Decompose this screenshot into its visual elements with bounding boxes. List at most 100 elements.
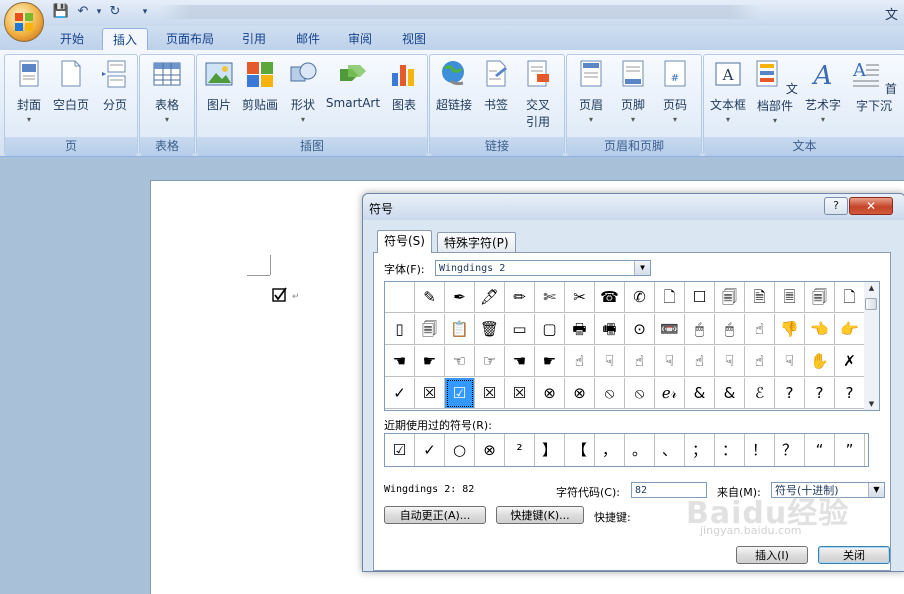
symbol-cell[interactable]: 🗑 xyxy=(475,314,505,345)
symbol-cell[interactable]: ☝ xyxy=(745,314,775,345)
symbol-cell[interactable]: ☞ xyxy=(475,346,505,377)
save-icon[interactable]: 💾 xyxy=(52,3,70,21)
symbol-cell[interactable]: 🗋 xyxy=(835,282,865,313)
quick-parts-button[interactable]: 文档部件 ▾ xyxy=(750,59,800,125)
symbol-cell[interactable]: ☚ xyxy=(505,346,535,377)
symbol-cell[interactable]: ☒ xyxy=(475,378,505,409)
drop-cap-button[interactable]: A 首字下沉 xyxy=(846,59,902,114)
font-select[interactable]: Wingdings 2 ▼ xyxy=(435,260,651,276)
symbol-cell[interactable]: 📋 xyxy=(445,314,475,345)
symbol-cell[interactable]: ☒ xyxy=(415,378,445,409)
table-button[interactable]: 表格 ▾ xyxy=(147,59,187,124)
symbol-cell[interactable]: ☐ xyxy=(685,282,715,313)
recent-symbol-cell[interactable]: “ xyxy=(805,434,835,466)
close-icon[interactable]: ✕ xyxy=(849,197,893,215)
symbol-cell[interactable]: ▢ xyxy=(535,314,565,345)
symbol-cell[interactable]: 🖱 xyxy=(685,314,715,345)
symbol-cell[interactable]: ☒ xyxy=(505,378,535,409)
symbol-cell[interactable]: 🖷 xyxy=(595,314,625,345)
symbol-cell[interactable]: ☜ xyxy=(445,346,475,377)
chart-button[interactable]: 图表 xyxy=(385,59,423,113)
tab-insert[interactable]: 插入 xyxy=(102,28,148,51)
cover-page-button[interactable]: 封面 ▾ xyxy=(9,59,49,124)
symbol-cell[interactable]: & xyxy=(685,378,715,409)
symbol-cell[interactable]: ✏ xyxy=(505,282,535,313)
symbol-cell[interactable]: 👉 xyxy=(835,314,865,345)
shortcut-key-button[interactable]: 快捷键(K)... xyxy=(496,506,584,524)
chevron-down-icon[interactable]: ▼ xyxy=(634,261,650,275)
chevron-down-icon[interactable]: ▼ xyxy=(868,483,884,497)
help-button[interactable]: ? xyxy=(824,197,848,215)
tab-mailings[interactable]: 邮件 xyxy=(286,28,330,50)
recent-symbol-cell[interactable]: ○ xyxy=(445,434,475,466)
symbol-cell[interactable]: ℯ𝓇 xyxy=(655,378,685,409)
recent-symbol-cell[interactable]: ☑ xyxy=(385,434,415,466)
document-checkbox-symbol[interactable] xyxy=(272,287,288,303)
recent-symbol-cell[interactable]: ； xyxy=(685,434,715,466)
symbol-cell[interactable]: 🖶 xyxy=(565,314,595,345)
symbol-cell[interactable]: ▭ xyxy=(505,314,535,345)
office-button[interactable] xyxy=(4,2,44,42)
scroll-up-icon[interactable]: ▲ xyxy=(864,282,879,294)
symbol-cell[interactable]: ✒ xyxy=(445,282,475,313)
recent-symbol-cell[interactable]: 、 xyxy=(655,434,685,466)
shapes-button[interactable]: 形状 ▾ xyxy=(285,59,321,124)
symbol-grid-scrollbar[interactable]: ▲ ▼ xyxy=(864,281,880,411)
tab-home[interactable]: 开始 xyxy=(48,28,96,50)
symbol-cell[interactable]: ☑ xyxy=(445,378,475,409)
wordart-button[interactable]: A 艺术字 ▾ xyxy=(802,59,844,124)
symbol-cell[interactable]: 🗐 xyxy=(415,314,445,345)
page-number-button[interactable]: # 页码 ▾ xyxy=(655,59,695,124)
symbol-cell[interactable]: ✆ xyxy=(625,282,655,313)
scroll-thumb[interactable] xyxy=(865,298,877,310)
tab-special-characters[interactable]: 特殊字符(P) xyxy=(437,232,516,253)
symbol-cell[interactable]: ℰ xyxy=(745,378,775,409)
blank-page-button[interactable]: 空白页 xyxy=(51,59,91,113)
symbol-cell[interactable]: ▯ xyxy=(385,314,415,345)
symbol-cell[interactable]: ☟ xyxy=(715,346,745,377)
symbol-cell[interactable]: 🗏 xyxy=(775,282,805,313)
symbol-cell[interactable]: 🗐 xyxy=(805,282,835,313)
symbol-cell[interactable]: 🖋 xyxy=(475,282,505,313)
tab-review[interactable]: 审阅 xyxy=(338,28,382,50)
close-button[interactable]: 关闭 xyxy=(818,546,890,564)
recent-symbol-cell[interactable]: ✓ xyxy=(415,434,445,466)
symbol-cell[interactable]: ⊙ xyxy=(625,314,655,345)
symbol-cell[interactable]: ⦸ xyxy=(625,378,655,409)
recent-symbol-cell[interactable]: ⊗ xyxy=(475,434,505,466)
recent-symbol-cell[interactable]: 】 xyxy=(535,434,565,466)
scroll-down-icon[interactable]: ▼ xyxy=(864,398,879,410)
symbol-cell[interactable]: ☝ xyxy=(625,346,655,377)
symbol-cell[interactable]: ✂ xyxy=(565,282,595,313)
symbol-cell[interactable]: ☟ xyxy=(655,346,685,377)
symbol-cell[interactable]: ☛ xyxy=(415,346,445,377)
recent-symbol-cell[interactable]: 【 xyxy=(565,434,595,466)
symbol-cell[interactable]: & xyxy=(715,378,745,409)
symbol-cell[interactable]: 📼 xyxy=(655,314,685,345)
page-break-button[interactable]: 分页 xyxy=(95,59,135,113)
clip-art-button[interactable]: 剪贴画 xyxy=(239,59,281,113)
recent-symbol-cell[interactable]: ² xyxy=(505,434,535,466)
picture-button[interactable]: 图片 xyxy=(201,59,237,113)
tab-page-layout[interactable]: 页面布局 xyxy=(156,28,224,50)
recent-symbol-cell[interactable]: ” xyxy=(835,434,865,466)
smartart-button[interactable]: SmartArt xyxy=(323,59,383,110)
recent-symbol-cell[interactable]: ： xyxy=(715,434,745,466)
recent-symbol-cell[interactable]: ， xyxy=(595,434,625,466)
insert-button[interactable]: 插入(I) xyxy=(736,546,808,564)
symbol-cell[interactable]: ☟ xyxy=(775,346,805,377)
recent-symbols-list[interactable]: ☑ ✓ ○ ⊗ ²】【，。、；：！？ “” xyxy=(384,433,869,467)
recent-symbol-cell[interactable]: ！ xyxy=(745,434,775,466)
header-button[interactable]: 页眉 ▾ xyxy=(571,59,611,124)
tab-view[interactable]: 视图 xyxy=(392,28,436,50)
customize-qat-icon[interactable]: ▾ xyxy=(136,3,154,21)
symbol-cell[interactable]: 🗐 xyxy=(715,282,745,313)
symbol-cell[interactable]: ✓ xyxy=(385,378,415,409)
symbol-cell[interactable]: ☝ xyxy=(565,346,595,377)
autocorrect-button[interactable]: 自动更正(A)... xyxy=(384,506,486,524)
symbol-cell[interactable]: ⊗ xyxy=(565,378,595,409)
symbol-cell[interactable]: ? xyxy=(775,378,805,409)
symbol-grid[interactable]: ✎ ✒ 🖋 ✏ ✄ ✂ ☎ ✆ 🗋 ☐ 🗐 🗎 🗏 🗐 🗋 ▯ 🗐 📋 🗑 ▭ ▢ 🖶 🖷 ⊙ 📼 🖱 🖱 ☝ 👎 👈 👉 ☚ ☛ ☜ ☞ ☚ ☛ ☝ ☟ ☝… xyxy=(384,281,866,411)
cross-reference-button[interactable]: 交叉 引用 xyxy=(518,59,558,130)
symbol-cell[interactable]: 🗎 xyxy=(745,282,775,313)
